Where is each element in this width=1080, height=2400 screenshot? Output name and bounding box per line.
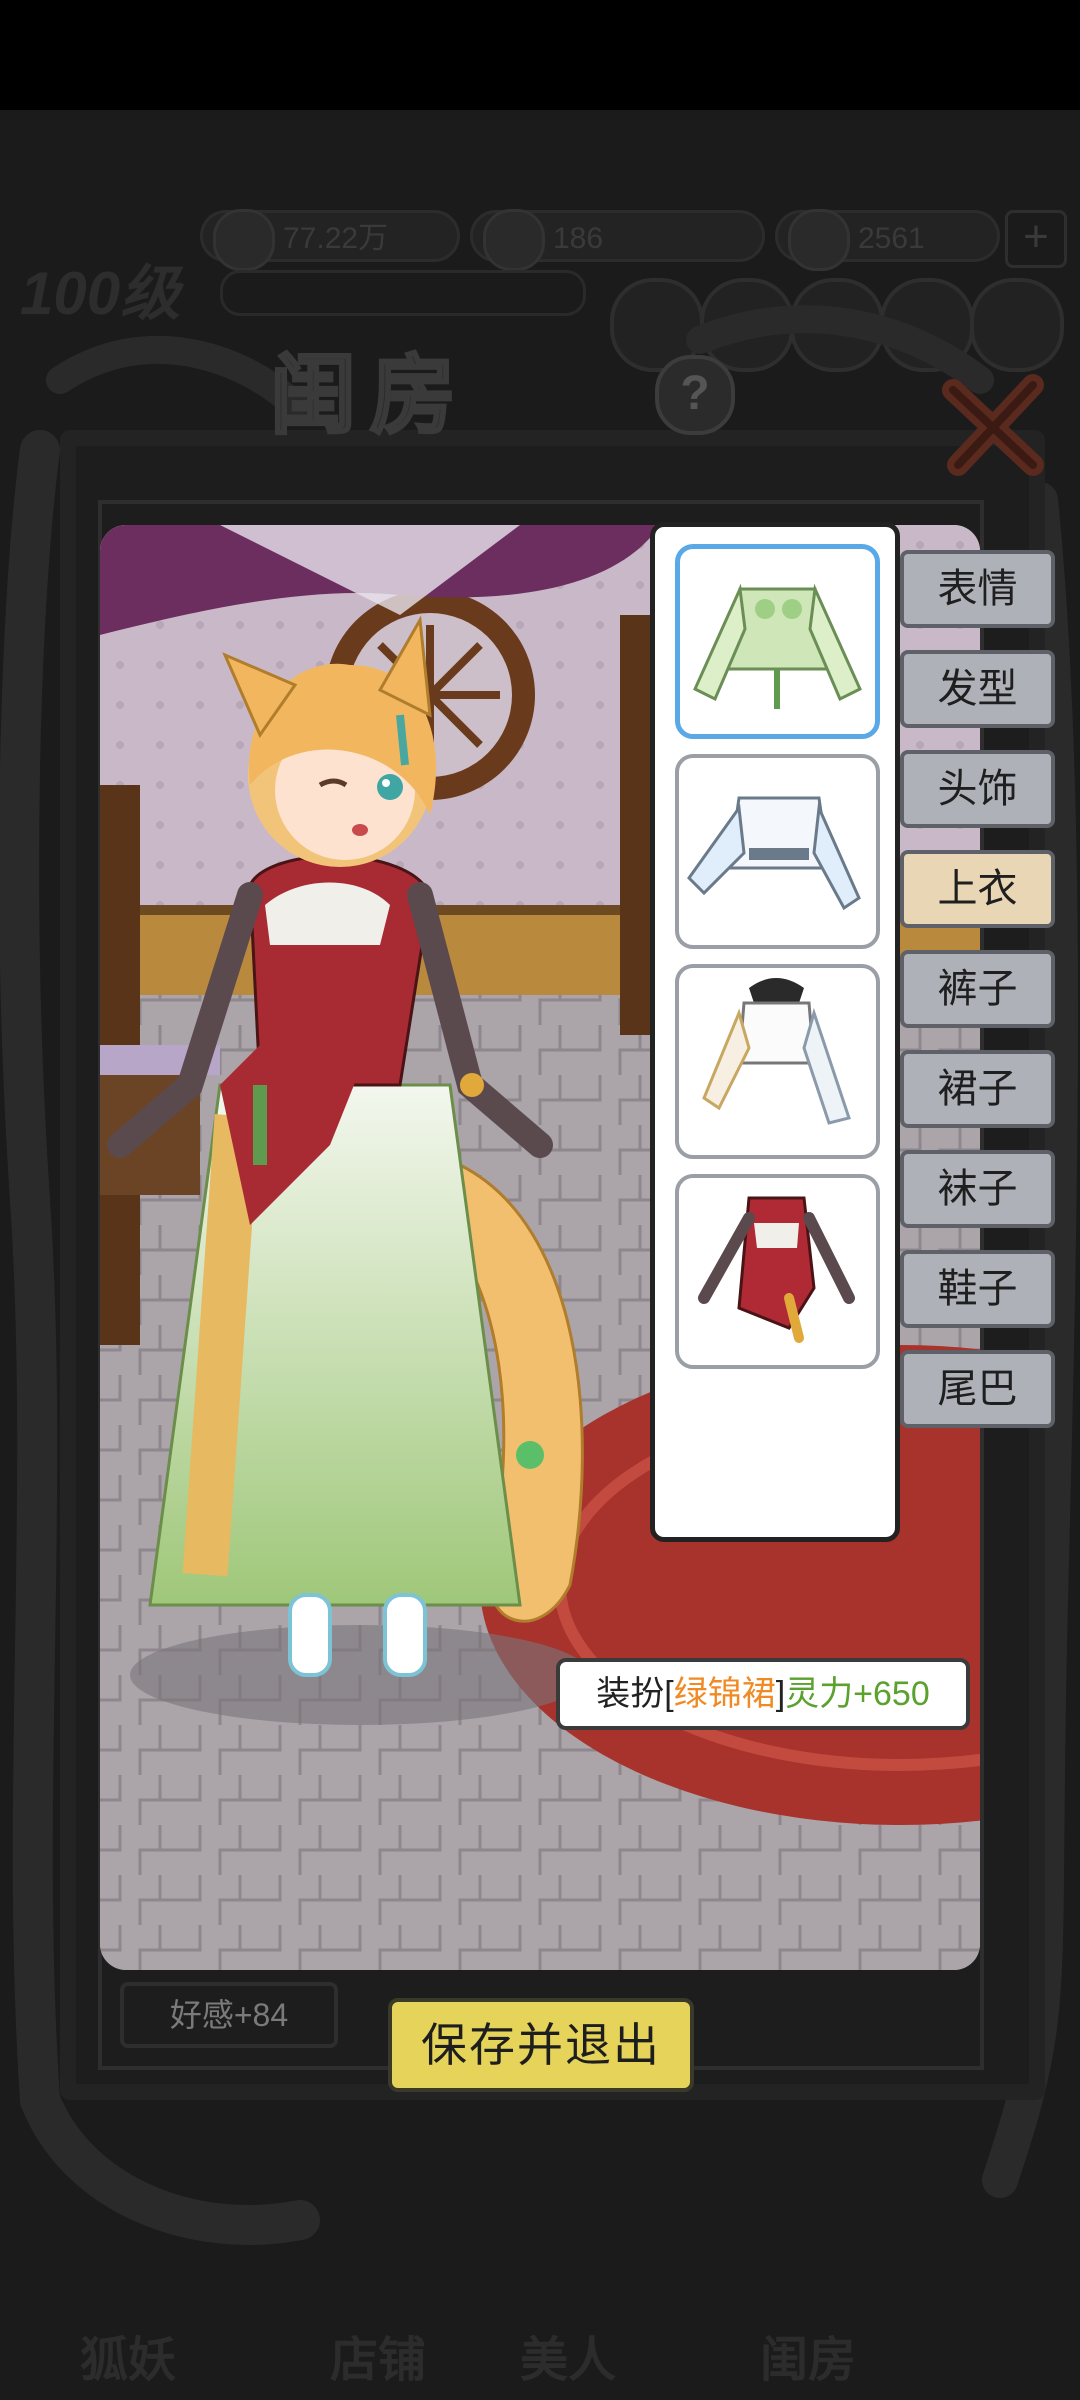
tab-tail[interactable]: 尾巴 bbox=[900, 1350, 1055, 1428]
item-card-green-crop-top[interactable] bbox=[675, 544, 880, 739]
close-button[interactable] bbox=[938, 370, 1048, 480]
white-blue-top-icon bbox=[687, 796, 861, 911]
bottom-tab-boudoir[interactable]: 闺房 bbox=[760, 2320, 856, 2390]
item-card-white-top-dark-collar[interactable] bbox=[675, 964, 880, 1159]
tab-top[interactable]: 上衣 bbox=[900, 850, 1055, 928]
bottom-tab-beauty[interactable]: 美人 bbox=[520, 2320, 616, 2390]
item-card-white-blue-top[interactable] bbox=[675, 754, 880, 949]
close-icon bbox=[942, 374, 1044, 476]
coin-icon bbox=[213, 209, 275, 271]
tab-headwear[interactable]: 头饰 bbox=[900, 750, 1055, 828]
toast-bonus: 灵力+650 bbox=[785, 1675, 930, 1713]
gem-icon bbox=[483, 209, 545, 271]
toast-suffix: ] bbox=[775, 1675, 786, 1713]
save-and-exit-button[interactable]: 保存并退出 bbox=[388, 1998, 694, 2092]
green-top-icon bbox=[693, 583, 862, 709]
tab-skirt[interactable]: 裙子 bbox=[900, 1050, 1055, 1128]
toast-prefix: 装扮[ bbox=[596, 1675, 674, 1713]
boudoir-title: 闺房 bbox=[269, 347, 470, 446]
add-currency-button[interactable]: + bbox=[1005, 210, 1067, 268]
affection-label: 好感+84 bbox=[120, 1982, 338, 2048]
tab-hairstyle[interactable]: 发型 bbox=[900, 650, 1055, 728]
currency-value-2: 186 bbox=[553, 222, 604, 255]
tab-shoes[interactable]: 鞋子 bbox=[900, 1250, 1055, 1328]
currency-pill-2: 186 bbox=[470, 209, 765, 271]
currency-value-1: 77.22万 bbox=[283, 222, 389, 255]
red-qipao-top-icon bbox=[698, 1196, 855, 1343]
clothing-item-list[interactable] bbox=[650, 522, 900, 1542]
tab-expression[interactable]: 表情 bbox=[900, 550, 1055, 628]
currency-value-3: 2561 bbox=[858, 222, 925, 255]
tab-pants[interactable]: 裤子 bbox=[900, 950, 1055, 1028]
help-button[interactable]: ? bbox=[655, 355, 735, 435]
item-card-red-qipao-top[interactable] bbox=[675, 1174, 880, 1369]
bottom-tab-fox[interactable]: 狐妖 bbox=[80, 2320, 176, 2390]
spirit-icon bbox=[788, 209, 850, 271]
dress-up-bonus-toast: 装扮[绿锦裙]灵力+650 bbox=[556, 1658, 970, 1730]
toast-item-name: 绿锦裙 bbox=[673, 1675, 776, 1713]
currency-pill-1: 77.22万 bbox=[200, 209, 460, 271]
status-bar bbox=[0, 0, 1080, 110]
bottom-tab-shop[interactable]: 店铺 bbox=[330, 2320, 426, 2390]
currency-pill-3: 2561 bbox=[775, 209, 1000, 271]
white-top-dark-collar-icon bbox=[702, 978, 851, 1125]
tab-socks[interactable]: 袜子 bbox=[900, 1150, 1055, 1228]
